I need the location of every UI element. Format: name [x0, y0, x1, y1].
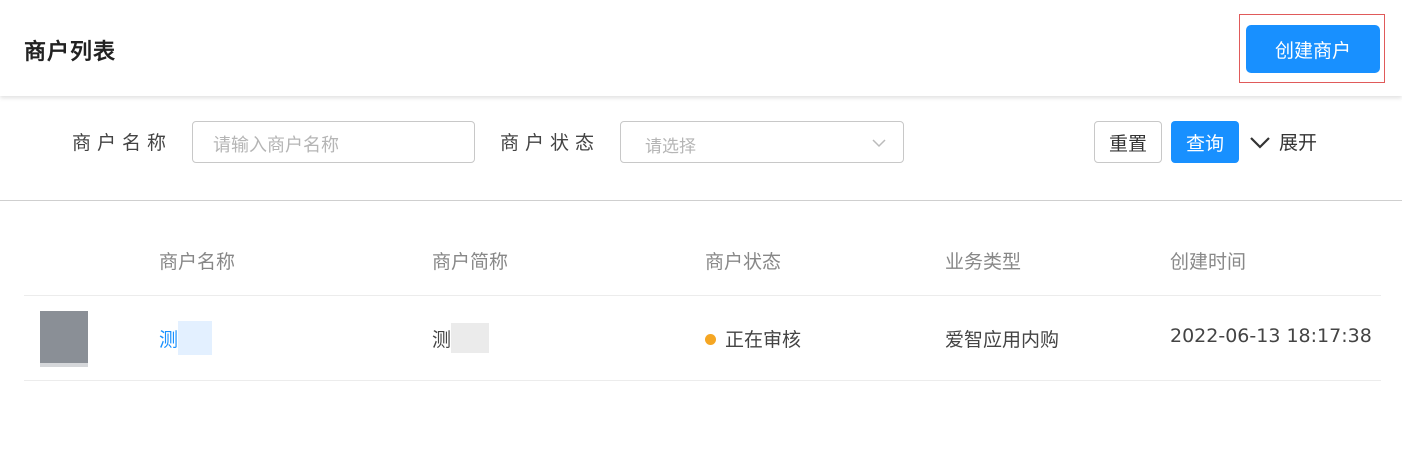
- column-header-business-type: 业务类型: [945, 251, 1022, 273]
- table-row-created-at: 2022-06-13 18:17:38: [1170, 325, 1372, 347]
- table-row-short-name: 测: [432, 322, 490, 353]
- reset-button[interactable]: 重置: [1094, 121, 1162, 163]
- chevron-down-icon: [872, 139, 886, 148]
- filter-divider: [0, 200, 1402, 201]
- status-dot-icon: [705, 333, 716, 345]
- merchant-short-name: 测: [432, 329, 452, 351]
- column-header-short-name: 商户简称: [432, 251, 509, 273]
- redacted-mask: [451, 322, 490, 353]
- table-row-business-type: 爱智应用内购: [945, 329, 1060, 351]
- table-row-name[interactable]: 测: [159, 320, 213, 355]
- expand-label: 展开: [1279, 132, 1318, 154]
- table-row-divider: [24, 380, 1381, 381]
- chevron-down-icon: [1250, 136, 1270, 149]
- merchant-status-placeholder: 请选择: [645, 137, 696, 157]
- column-header-created-at: 创建时间: [1170, 251, 1247, 273]
- merchant-name-link[interactable]: 测: [159, 329, 178, 351]
- page-title: 商户列表: [24, 40, 117, 65]
- table-header-divider: [24, 295, 1381, 296]
- create-merchant-button[interactable]: 创建商户: [1246, 25, 1380, 73]
- merchant-name-placeholder: 请输入商户名称: [213, 135, 339, 156]
- redacted-mask: [178, 320, 213, 355]
- merchant-name-label: 商户名称: [72, 132, 173, 154]
- expand-toggle[interactable]: 展开: [1249, 128, 1317, 155]
- merchant-logo: [40, 311, 88, 367]
- page-header: 商户列表 创建商户: [0, 0, 1402, 96]
- column-header-name: 商户名称: [159, 251, 236, 273]
- query-button[interactable]: 查询: [1171, 121, 1239, 163]
- status-text: 正在审核: [725, 329, 802, 351]
- merchant-status-select[interactable]: 请选择: [620, 121, 904, 163]
- merchant-list-page: 商户列表 创建商户 商户名称 请输入商户名称 商户状态 请选择 重置 查询 展开…: [0, 0, 1402, 470]
- table-row-status: 正在审核: [705, 325, 801, 352]
- merchant-name-input[interactable]: 请输入商户名称: [192, 121, 475, 163]
- column-header-status: 商户状态: [705, 251, 782, 273]
- merchant-status-label: 商户状态: [500, 132, 601, 154]
